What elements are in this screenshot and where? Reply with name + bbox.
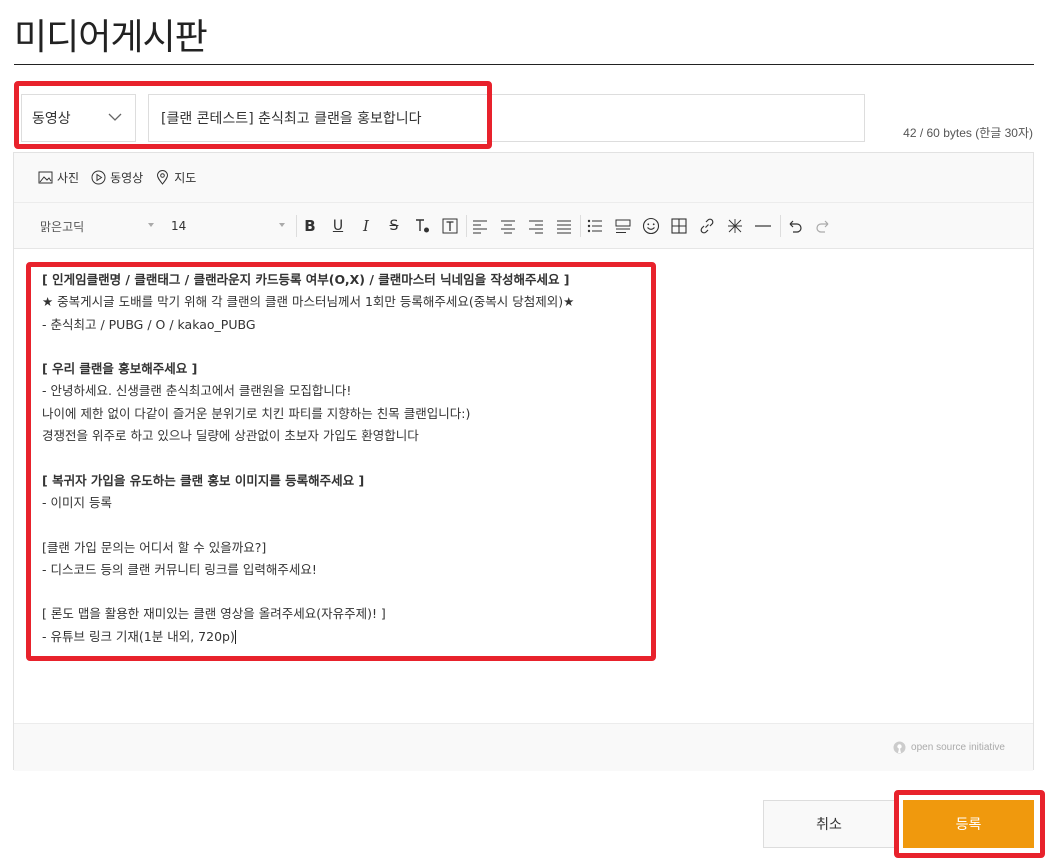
toolbar-divider — [466, 215, 467, 237]
strikethrough-icon[interactable]: S — [384, 216, 404, 236]
photo-icon — [38, 171, 53, 184]
underline-icon[interactable]: U — [328, 216, 348, 236]
cancel-button[interactable]: 취소 — [763, 800, 895, 848]
page-title: 미디어게시판 — [14, 17, 208, 58]
submit-button[interactable]: 등록 — [903, 800, 1034, 848]
photo-button[interactable]: 사진 — [38, 169, 79, 186]
byte-counter: 42 / 60 bytes (한글 30자) — [903, 126, 1033, 140]
video-label: 동영상 — [110, 171, 144, 185]
video-icon — [91, 170, 106, 185]
toolbar-divider — [296, 215, 297, 237]
align-justify-icon[interactable] — [554, 216, 574, 236]
link-icon[interactable] — [697, 216, 717, 236]
italic-icon[interactable]: I — [356, 216, 376, 236]
content-line: - 디스코드 등의 클랜 커뮤니티 링크를 입력해주세요! — [42, 561, 317, 577]
video-button[interactable]: 동영상 — [91, 169, 143, 186]
editor-content[interactable]: [ 인게임클랜명 / 클랜태그 / 클랜라운지 카드등록 여부(O,X) / 클… — [42, 269, 682, 648]
content-line: - 안녕하세요. 신생클랜 춘식최고에서 클랜원을 모집합니다! — [42, 383, 352, 399]
content-line: [ 복귀자 가입을 유도하는 클랜 홍보 이미지를 등록해주세요 ] — [42, 472, 365, 488]
bold-icon[interactable]: B — [300, 216, 320, 236]
content-line: - 춘식최고 / PUBG / O / kakao_PUBG — [42, 316, 256, 332]
category-select[interactable]: 동영상 — [21, 94, 136, 142]
content-line: [ 우리 클랜을 홍보해주세요 ] — [42, 361, 198, 377]
horizontal-rule-icon[interactable] — [753, 216, 773, 236]
content-blank-line — [42, 336, 682, 358]
content-line: 나이에 제한 없이 다같이 즐거운 분위기로 치킨 파티를 지향하는 친목 클랜… — [42, 405, 471, 421]
emoji-icon[interactable] — [641, 216, 661, 236]
toolbar-divider — [580, 215, 581, 237]
content-line: [클랜 가입 문의는 어디서 할 수 있을까요?] — [42, 539, 267, 555]
font-caret-icon — [148, 223, 154, 227]
align-right-icon[interactable] — [526, 216, 546, 236]
font-family-select[interactable]: 맑은고딕 — [40, 218, 84, 235]
redo-icon[interactable] — [813, 216, 833, 236]
undo-icon[interactable] — [785, 216, 805, 236]
map-button[interactable]: 지도 — [155, 169, 196, 186]
title-input[interactable] — [148, 94, 865, 142]
text-color-icon[interactable] — [412, 216, 432, 236]
category-select-value: 동영상 — [32, 111, 71, 127]
align-left-icon[interactable] — [470, 216, 490, 236]
content-last-line: - 유튜브 링크 기재(1분 내외, 720p) — [42, 626, 682, 648]
toolbar-divider — [780, 215, 781, 237]
map-label: 지도 — [174, 171, 197, 185]
bullet-list-icon[interactable] — [585, 216, 605, 236]
align-center-icon[interactable] — [498, 216, 518, 236]
content-blank-line — [42, 447, 682, 469]
osi-logo-icon — [893, 741, 906, 754]
content-line: ★ 중복게시글 도배를 막기 위해 각 클랜의 클랜 마스터님께서 1회만 등록… — [42, 294, 575, 310]
content-line: - 유튜브 링크 기재(1분 내외, 720p) — [42, 628, 235, 644]
content-blank-line — [42, 581, 682, 603]
background-color-icon[interactable] — [440, 216, 460, 236]
table-icon[interactable] — [669, 216, 689, 236]
osi-label: open source initiative — [911, 742, 1005, 753]
map-pin-icon — [157, 170, 169, 185]
editor-footer: open source initiative — [14, 723, 1033, 771]
clear-format-icon[interactable] — [725, 216, 745, 236]
content-line: [ 론도 맵을 활용한 재미있는 클랜 영상을 올려주세요(자유주제)! ] — [42, 606, 386, 622]
media-toolbar: 사진 동영상 지도 — [14, 153, 1033, 203]
osi-link[interactable]: open source initiative — [893, 741, 1005, 754]
title-divider — [14, 64, 1034, 65]
content-line: [ 인게임클랜명 / 클랜태그 / 클랜라운지 카드등록 여부(O,X) / 클… — [42, 272, 570, 287]
photo-label: 사진 — [57, 171, 80, 185]
size-caret-icon — [279, 223, 285, 227]
content-line: 경쟁전을 위주로 하고 있으나 딜량에 상관없이 초보자 가입도 환영합니다 — [42, 428, 419, 444]
font-size-select[interactable]: 14 — [171, 219, 186, 233]
editor: 사진 동영상 지도 맑은고딕 14 B U I S [인게임클랜명 / 클랜태… — [13, 152, 1034, 771]
content-blank-line — [42, 514, 682, 536]
content-line: - 이미지 등록 — [42, 494, 112, 510]
quote-icon[interactable] — [613, 216, 633, 236]
chevron-down-icon — [108, 113, 122, 121]
format-toolbar: 맑은고딕 14 B U I S — [14, 203, 1033, 249]
text-cursor — [234, 630, 236, 645]
